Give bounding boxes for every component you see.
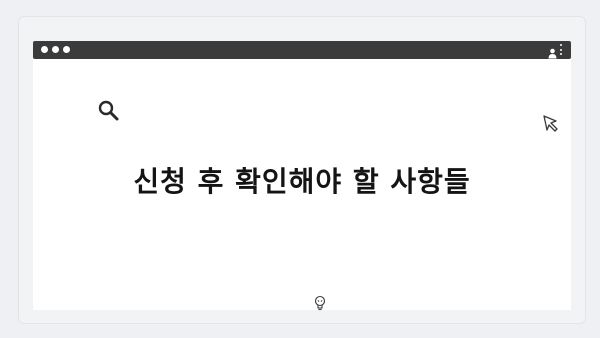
menu-icon[interactable] bbox=[560, 44, 563, 55]
cursor-icon bbox=[541, 113, 563, 135]
browser-window: 신청 후 확인해야 할 사항들 bbox=[18, 16, 586, 324]
title-bar bbox=[33, 41, 571, 59]
title-bar-icons bbox=[548, 44, 563, 59]
page: 신청 후 확인해야 할 사항들 bbox=[0, 0, 600, 338]
minimize-window-button[interactable] bbox=[52, 46, 59, 53]
page-title: 신청 후 확인해야 할 사항들 bbox=[133, 165, 471, 198]
window-controls bbox=[41, 46, 70, 53]
user-icon[interactable] bbox=[548, 44, 557, 59]
close-window-button[interactable] bbox=[41, 46, 48, 53]
content-area: 신청 후 확인해야 할 사항들 bbox=[33, 59, 571, 311]
maximize-window-button[interactable] bbox=[63, 46, 70, 53]
search-icon bbox=[97, 99, 121, 123]
idea-icon bbox=[313, 295, 327, 311]
